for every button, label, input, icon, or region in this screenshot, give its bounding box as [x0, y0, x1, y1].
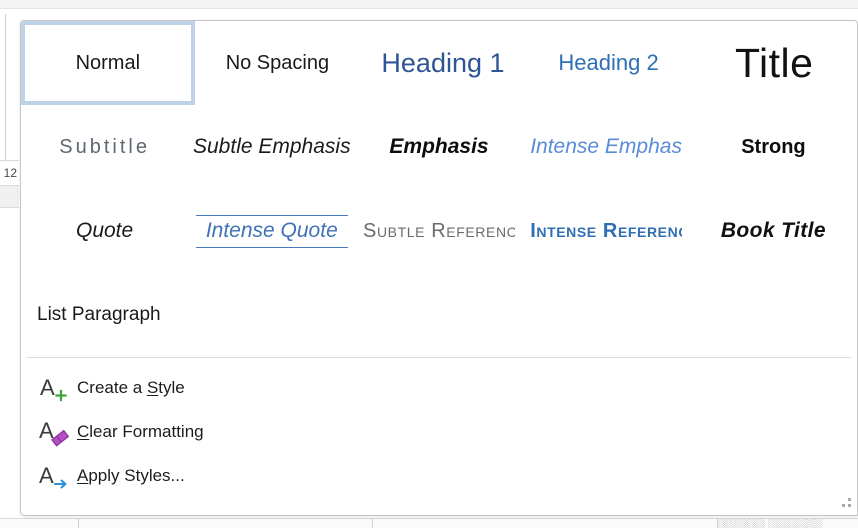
style-label: Subtitle — [59, 135, 150, 158]
style-label: Intense Quote — [195, 214, 348, 248]
menu-item-label: Apply Styles... — [77, 466, 185, 486]
svg-text:A: A — [40, 375, 55, 400]
menu-item-label: Create a Style — [77, 378, 185, 398]
styles-actions-menu: A Create a Style A Clear Formatting A Ap… — [21, 358, 857, 498]
style-label: Subtle Emphasis — [193, 135, 351, 158]
style-item-normal[interactable]: Normal — [21, 21, 195, 105]
style-item-book-title[interactable]: Book Title — [690, 189, 857, 273]
menu-item-label: Clear Formatting — [77, 422, 204, 442]
screen: 12 ░░░░░░ ░░░░░░░ Normal No Spacing Head… — [0, 0, 858, 528]
style-item-title[interactable]: Title — [691, 21, 857, 105]
style-item-list-paragraph[interactable]: List Paragraph — [21, 273, 201, 357]
style-label: Intense Reference — [530, 219, 683, 242]
menu-label-post: tyle — [158, 378, 185, 397]
style-label: Intense Emphasis — [530, 135, 683, 158]
style-item-strong[interactable]: Strong — [690, 105, 857, 189]
style-item-empty — [201, 273, 365, 357]
style-label: Heading 1 — [381, 47, 505, 78]
style-item-intense-emphasis[interactable]: Intense Emphasis — [523, 105, 690, 189]
menu-label-accelerator: C — [77, 422, 90, 441]
ribbon-gray-band — [0, 186, 19, 208]
style-item-subtle-emphasis[interactable]: Subtle Emphasis — [188, 105, 355, 189]
menu-label-accelerator: S — [146, 378, 159, 397]
menu-label-post: lear Formatting — [89, 422, 204, 441]
styles-gallery-row: List Paragraph — [21, 273, 857, 357]
style-item-empty — [529, 273, 693, 357]
style-label: Heading 2 — [558, 50, 659, 75]
status-bar-text: ░░░░░░ ░░░░░░░ — [718, 519, 823, 528]
menu-label-post: pply Styles... — [88, 466, 185, 485]
styles-gallery-row: Normal No Spacing Heading 1 Heading 2 Ti… — [21, 21, 857, 105]
style-label: No Spacing — [225, 51, 330, 74]
style-label: Title — [734, 39, 814, 86]
resize-grip[interactable] — [840, 498, 851, 509]
style-label: Book Title — [720, 219, 826, 242]
style-item-heading-1[interactable]: Heading 1 — [360, 21, 526, 105]
style-label: List Paragraph — [37, 304, 161, 325]
styles-gallery-dropdown: Normal No Spacing Heading 1 Heading 2 Ti… — [20, 20, 858, 516]
font-size-value: 12 — [3, 166, 17, 180]
styles-gallery-grid: Normal No Spacing Heading 1 Heading 2 Ti… — [21, 21, 857, 357]
style-item-intense-quote[interactable]: Intense Quote — [188, 189, 355, 273]
style-item-subtle-reference[interactable]: Subtle Reference — [355, 189, 522, 273]
style-label: Subtle Reference — [363, 219, 515, 242]
ribbon-separator-line — [5, 14, 6, 164]
status-bar-tick — [78, 519, 79, 528]
menu-item-create-a-style[interactable]: A Create a Style — [21, 366, 857, 410]
ribbon-top-strip — [0, 0, 858, 9]
menu-item-clear-formatting[interactable]: A Clear Formatting — [21, 410, 857, 454]
style-item-emphasis[interactable]: Emphasis — [355, 105, 522, 189]
style-item-quote[interactable]: Quote — [21, 189, 188, 273]
style-item-no-spacing[interactable]: No Spacing — [195, 21, 361, 105]
styles-gallery-row: Quote Intense Quote Subtle Reference Int… — [21, 189, 857, 273]
style-item-empty — [693, 273, 857, 357]
letter-a-arrow-icon: A — [37, 459, 71, 493]
menu-label-pre: Create a — [77, 378, 147, 397]
menu-item-apply-styles[interactable]: A Apply Styles... — [21, 454, 857, 498]
style-item-intense-reference[interactable]: Intense Reference — [523, 189, 690, 273]
style-item-heading-2[interactable]: Heading 2 — [526, 21, 692, 105]
style-label: Quote — [75, 219, 134, 242]
letter-a-eraser-icon: A — [37, 415, 71, 449]
status-bar-tick — [372, 519, 373, 528]
style-label: Strong — [741, 135, 806, 158]
font-size-field[interactable]: 12 — [0, 160, 19, 186]
style-item-empty — [365, 273, 529, 357]
style-label: Emphasis — [389, 135, 489, 158]
styles-gallery-row: Subtitle Subtle Emphasis Emphasis Intens… — [21, 105, 857, 189]
style-item-subtitle[interactable]: Subtitle — [21, 105, 188, 189]
menu-label-accelerator: A — [77, 466, 89, 485]
svg-text:A: A — [39, 463, 54, 488]
letter-a-plus-icon: A — [37, 371, 71, 405]
style-label: Normal — [75, 51, 141, 74]
